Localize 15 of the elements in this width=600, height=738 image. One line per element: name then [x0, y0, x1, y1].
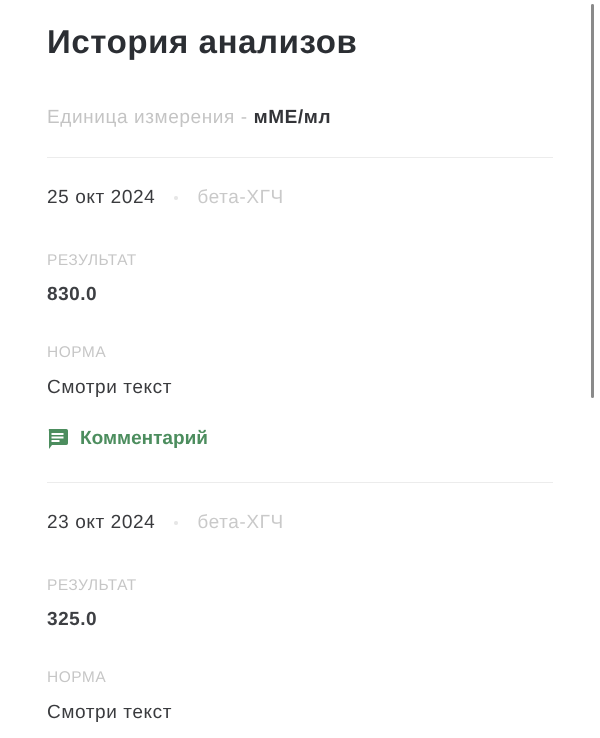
- page-title: История анализов: [47, 22, 358, 62]
- date-text: 23 окт 2024: [47, 511, 156, 535]
- unit-line: Единица измерения - мМЕ/мл: [47, 106, 332, 130]
- norm-value: Смотри текст: [47, 701, 172, 725]
- result-value: 325.0: [47, 608, 98, 632]
- result-value: 830.0: [47, 283, 98, 307]
- date-text: 25 окт 2024: [47, 186, 156, 210]
- result-label: РЕЗУЛЬТАТ: [47, 251, 137, 271]
- result-label: РЕЗУЛЬТАТ: [47, 576, 137, 596]
- scrollbar-thumb[interactable]: [591, 4, 594, 398]
- norm-value: Смотри текст: [47, 376, 172, 400]
- comment-icon: [47, 429, 68, 449]
- norm-label: НОРМА: [47, 343, 106, 363]
- comment-link[interactable]: Комментарий: [47, 427, 208, 451]
- norm-label: НОРМА: [47, 668, 106, 688]
